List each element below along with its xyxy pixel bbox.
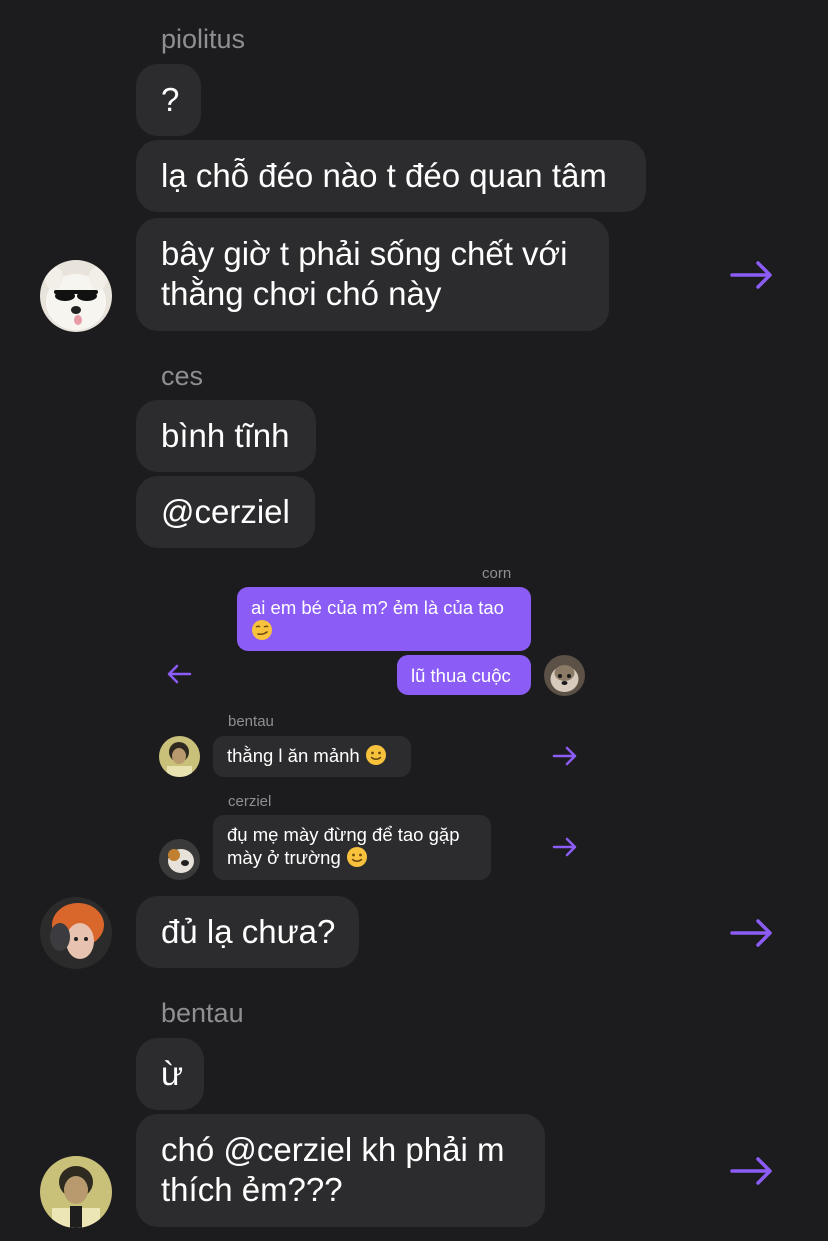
cerziel-avatar[interactable] xyxy=(159,839,200,880)
quoted-sender-corn: corn xyxy=(482,565,512,582)
quoted-message-text: lũ thua cuộc xyxy=(411,665,511,686)
slightly-smiling-face-emoji xyxy=(346,846,368,873)
quoted-bubble-purple[interactable]: lũ thua cuộc xyxy=(397,655,531,695)
message-text: ? xyxy=(161,81,180,118)
orange-hair-avatar[interactable] xyxy=(40,897,112,969)
quoted-bubble[interactable]: đụ mẹ mày đừng để tao gặp mày ở trường xyxy=(213,815,491,880)
message-bubble[interactable]: lạ chỗ đéo nào t đéo quan tâm xyxy=(136,140,646,212)
back-arrow-icon[interactable] xyxy=(166,664,192,684)
message-text: đủ lạ chưa? xyxy=(161,913,336,950)
slightly-smiling-face-emoji xyxy=(365,744,387,771)
yellow-photo-avatar[interactable] xyxy=(159,736,200,777)
message-text-line: chó @cerziel kh phải m xyxy=(161,1131,505,1168)
yellow-photo-avatar[interactable] xyxy=(40,1156,112,1228)
forward-arrow-icon[interactable] xyxy=(552,837,578,857)
message-text: @cerziel xyxy=(161,493,290,530)
quoted-bubble[interactable]: thằng l ăn mảnh xyxy=(213,736,411,777)
sender-name-ces: ces xyxy=(161,361,204,391)
forward-arrow-icon[interactable] xyxy=(552,746,578,766)
quoted-message-text-line: đụ mẹ mày đừng để tao gặp xyxy=(227,824,460,845)
message-bubble[interactable]: ừ xyxy=(136,1038,204,1110)
forward-arrow-icon[interactable] xyxy=(730,260,774,290)
smirking-face-emoji xyxy=(251,619,273,646)
message-bubble[interactable]: bây giờ t phải sống chết với thằng chơi … xyxy=(136,218,609,331)
sender-name-piolitus: piolitus xyxy=(161,24,246,54)
husky-puppy-avatar[interactable] xyxy=(544,655,585,696)
message-text-line: bây giờ t phải sống chết với xyxy=(161,235,568,272)
message-bubble[interactable]: ? xyxy=(136,64,201,136)
forward-arrow-icon[interactable] xyxy=(730,1156,774,1186)
message-text: bình tĩnh xyxy=(161,417,290,454)
message-text: lạ chỗ đéo nào t đéo quan tâm xyxy=(161,157,607,194)
message-bubble[interactable]: bình tĩnh xyxy=(136,400,316,472)
quoted-message-text: ai em bé của m? ẻm là của tao xyxy=(251,597,504,618)
sender-name-bentau: bentau xyxy=(161,998,244,1028)
quoted-bubble-purple[interactable]: ai em bé của m? ẻm là của tao xyxy=(237,587,531,651)
message-text: ừ xyxy=(161,1055,184,1092)
message-text-line: thằng chơi chó này xyxy=(161,275,442,312)
forward-arrow-icon[interactable] xyxy=(730,918,774,948)
quoted-message-text-line: mày ở trường xyxy=(227,847,341,868)
message-bubble[interactable]: @cerziel xyxy=(136,476,315,548)
message-bubble[interactable]: đủ lạ chưa? xyxy=(136,896,359,968)
samoyed-sunglasses-avatar[interactable] xyxy=(40,260,112,332)
quoted-message-text: thằng l ăn mảnh xyxy=(227,745,360,766)
message-bubble[interactable]: chó @cerziel kh phải m thích ẻm??? xyxy=(136,1114,545,1227)
message-text-line: thích ẻm??? xyxy=(161,1171,343,1208)
quoted-sender-cerziel: cerziel xyxy=(228,793,272,810)
quoted-sender-bentau: bentau xyxy=(228,713,274,730)
